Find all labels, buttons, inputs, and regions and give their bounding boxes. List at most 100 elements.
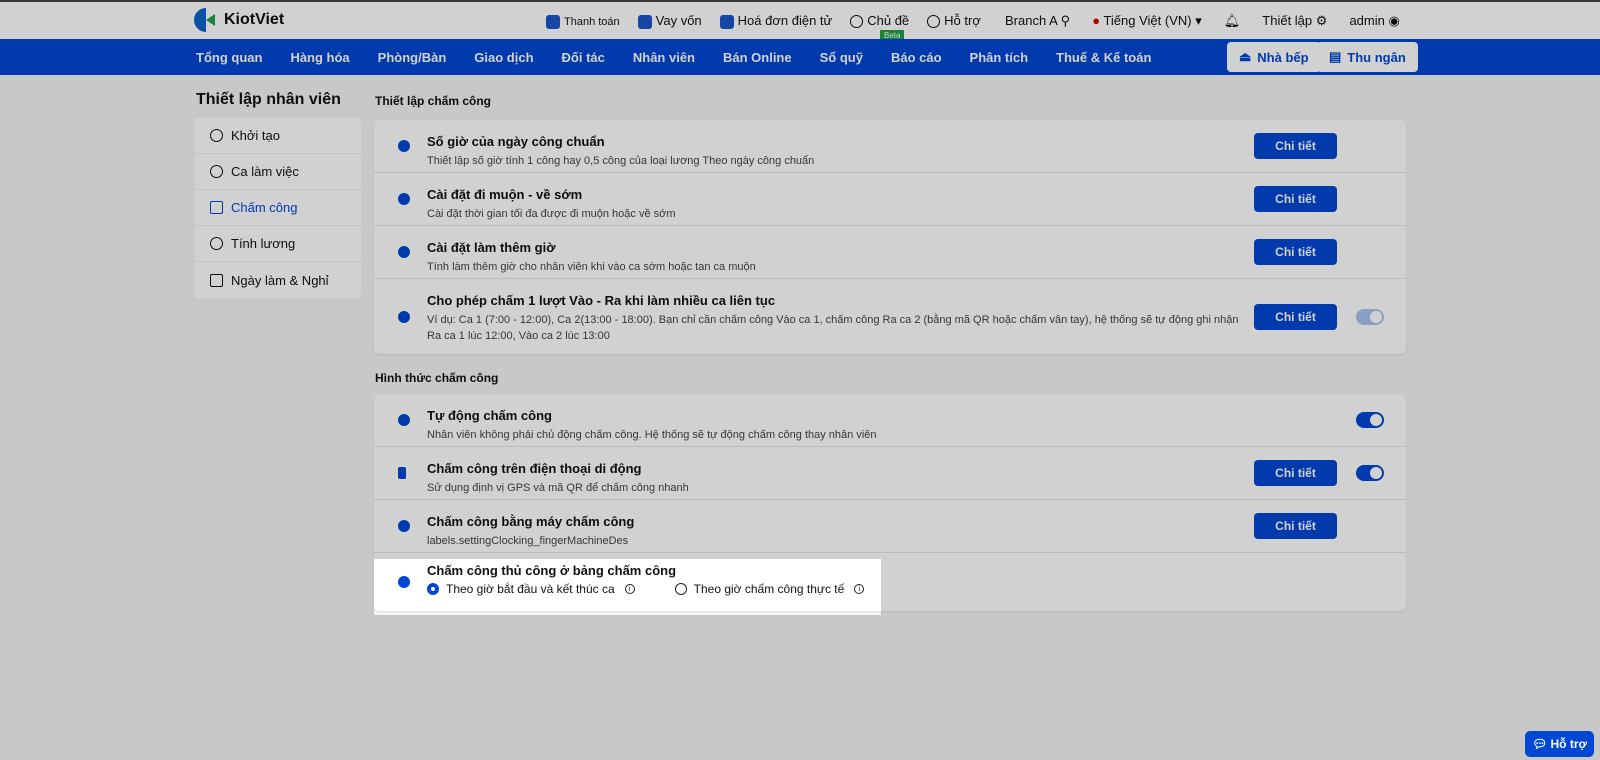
cashier-icon: ▤	[1329, 49, 1342, 64]
clock-icon	[398, 576, 410, 588]
label: Vay vốn	[655, 13, 702, 28]
bell-icon[interactable]: 🔔︎	[1224, 13, 1241, 29]
radio-unchecked-icon	[674, 583, 687, 595]
label: Ca làm việc	[231, 164, 299, 179]
settings-label: Thiết lập	[1262, 13, 1313, 28]
dollar-icon	[210, 237, 223, 250]
brand-name: KiotViet	[224, 11, 285, 28]
label: Nhà bếp	[1257, 49, 1309, 65]
branch-selector[interactable]: Branch A ⚲	[1005, 13, 1070, 29]
nav-transactions[interactable]: Giao dịch	[474, 50, 533, 65]
info-icon[interactable]: i	[624, 584, 635, 594]
nav-rooms[interactable]: Phòng/Bàn	[378, 50, 447, 65]
radio-actual-hours[interactable]: Theo giờ chấm công thực tế i	[674, 582, 865, 596]
sidebar-item-payroll[interactable]: Tính lương	[194, 226, 361, 262]
sidebar-item-timekeeping[interactable]: Chấm công	[194, 190, 361, 226]
nav-cashbook[interactable]: Sổ quỹ	[820, 50, 863, 65]
detail-button[interactable]: Chi tiết	[1254, 186, 1337, 212]
setting-row: Cho phép chấm 1 lượt Vào - Ra khi làm nh…	[374, 279, 1406, 354]
top-link-payment[interactable]: Thanh toán	[546, 13, 620, 29]
chat-icon: 💬︎	[1531, 737, 1551, 751]
row-title: Tự động chấm công	[427, 408, 552, 423]
label: Tính lương	[231, 236, 296, 251]
setting-row: Chấm công bằng máy chấm công labels.setti…	[374, 500, 1406, 553]
language-selector[interactable]: ● Tiếng Việt (VN) ▾	[1092, 13, 1202, 29]
label: Hỗ trợ	[1550, 737, 1588, 751]
label: Chấm công	[231, 200, 298, 215]
label: Theo giờ chấm công thực tế	[693, 582, 845, 596]
caret-down-icon: ▾	[1195, 13, 1202, 28]
setting-row: Chấm công trên điện thoại di động Sử dụng…	[374, 447, 1406, 500]
sidebar-title: Thiết lập nhân viên	[196, 91, 341, 108]
branch-label: Branch A	[1005, 13, 1058, 28]
nav-overview[interactable]: Tổng quan	[196, 50, 262, 65]
sidebar-item-shifts[interactable]: Ca làm việc	[194, 154, 361, 190]
info-icon[interactable]: i	[854, 584, 865, 594]
detail-button[interactable]: Chi tiết	[1254, 303, 1337, 330]
gear-icon	[210, 129, 223, 142]
label: Khởi tạo	[231, 128, 280, 143]
nav-employees[interactable]: Nhân viên	[633, 50, 695, 65]
label: Thanh toán	[564, 16, 620, 28]
top-link-theme[interactable]: Chủ đề	[850, 13, 910, 29]
nav-tax[interactable]: Thuế & Kế toán	[1056, 50, 1151, 65]
detail-button[interactable]: Chi tiết	[1254, 460, 1337, 486]
nav-reports[interactable]: Báo cáo	[891, 50, 942, 65]
label: Ngày làm & Nghỉ	[231, 272, 329, 288]
nav-partners[interactable]: Đối tác	[562, 50, 605, 65]
vn-flag-icon: ●	[1092, 13, 1101, 28]
kitchen-button[interactable]: ⏏ Nhà bếp	[1227, 42, 1321, 72]
setting-row: Chấm công thủ công ở bảng chấm công Theo…	[374, 553, 1406, 611]
briefcase-clock-icon	[398, 414, 410, 426]
radio-shift-hours[interactable]: Theo giờ bắt đầu và kết thúc ca i	[427, 582, 635, 596]
help-button[interactable]: 💬︎ Hỗ trợ	[1525, 731, 1594, 757]
row-desc: Sử dụng định vị GPS và mã QR để chấm côn…	[427, 482, 689, 494]
sidebar: Khởi tạo Ca làm việc Chấm công Tính lươn…	[194, 118, 361, 298]
row-desc: labels.settingClocking_fingerMachineDes	[427, 535, 629, 547]
user-label: admin	[1349, 13, 1385, 28]
detail-button[interactable]: Chi tiết	[1254, 513, 1337, 539]
kitchen-icon: ⏏	[1239, 49, 1252, 64]
clock-icon	[210, 165, 223, 178]
user-menu[interactable]: admin ◉	[1349, 13, 1399, 29]
detail-button[interactable]: Chi tiết	[1254, 133, 1337, 159]
setting-row: Cài đặt đi muộn - về sớm Cài đặt thời gia…	[374, 173, 1406, 226]
settings-menu[interactable]: Thiết lập ⚙	[1262, 13, 1327, 29]
gear-icon: ⚙	[1315, 13, 1328, 28]
auto-timekeeping-toggle[interactable]	[1356, 412, 1384, 428]
phone-icon	[398, 467, 406, 479]
row-desc: Tính làm thêm giờ cho nhân viên khi vào …	[427, 261, 756, 273]
label: Hoá đơn điện tử	[737, 13, 833, 28]
row-title: Chấm công thủ công ở bảng chấm công	[427, 563, 677, 578]
label: Hỗ trợ	[944, 13, 981, 29]
top-link-support[interactable]: Hỗ trợ	[927, 13, 981, 29]
nav-analytics[interactable]: Phân tích	[970, 50, 1029, 65]
nav-products[interactable]: Hàng hóa	[290, 50, 349, 65]
nav-online-sales[interactable]: Bán Online	[723, 50, 792, 65]
top-link-loan[interactable]: Vay vốn	[637, 13, 702, 29]
setting-row: Số giờ của ngày công chuẩn Thiết lập số g…	[374, 120, 1406, 173]
sidebar-item-init[interactable]: Khởi tạo	[194, 118, 361, 154]
calendar-check-icon	[210, 201, 223, 214]
detail-button[interactable]: Chi tiết	[1254, 239, 1337, 265]
row-desc: Nhân viên không phải chủ động chấm công.…	[427, 429, 877, 441]
continuous-shift-toggle[interactable]	[1356, 308, 1384, 325]
top-link-einvoice[interactable]: Hoá đơn điện tử	[719, 13, 833, 29]
label: Chủ đề	[867, 13, 910, 29]
row-desc: Thiết lập số giờ tính 1 công hay 0,5 côn…	[427, 155, 815, 167]
palette-icon	[850, 15, 864, 29]
timekeeping-settings-card: Số giờ của ngày công chuẩn Thiết lập số g…	[374, 120, 1406, 354]
cashier-button[interactable]: ▤ Thu ngân	[1317, 42, 1418, 72]
timekeeping-methods-card: Tự động chấm công Nhân viên không phải ch…	[374, 394, 1406, 611]
user-clock-icon	[398, 246, 410, 258]
chat-icon	[927, 15, 941, 29]
mobile-timekeeping-toggle[interactable]	[1356, 465, 1384, 481]
fingerprint-icon	[398, 520, 410, 532]
setting-row: Cài đặt làm thêm giờ Tính làm thêm giờ ch…	[374, 226, 1406, 279]
setting-row: Tự động chấm công Nhân viên không phải ch…	[374, 394, 1406, 447]
kiotviet-logo-icon	[194, 8, 218, 32]
label: Theo giờ bắt đầu và kết thúc ca	[446, 582, 615, 596]
logo[interactable]: KiotViet	[194, 8, 284, 32]
sidebar-item-days-off[interactable]: Ngày làm & Nghỉ	[194, 262, 361, 298]
section-title: Hình thức chấm công	[375, 371, 499, 385]
